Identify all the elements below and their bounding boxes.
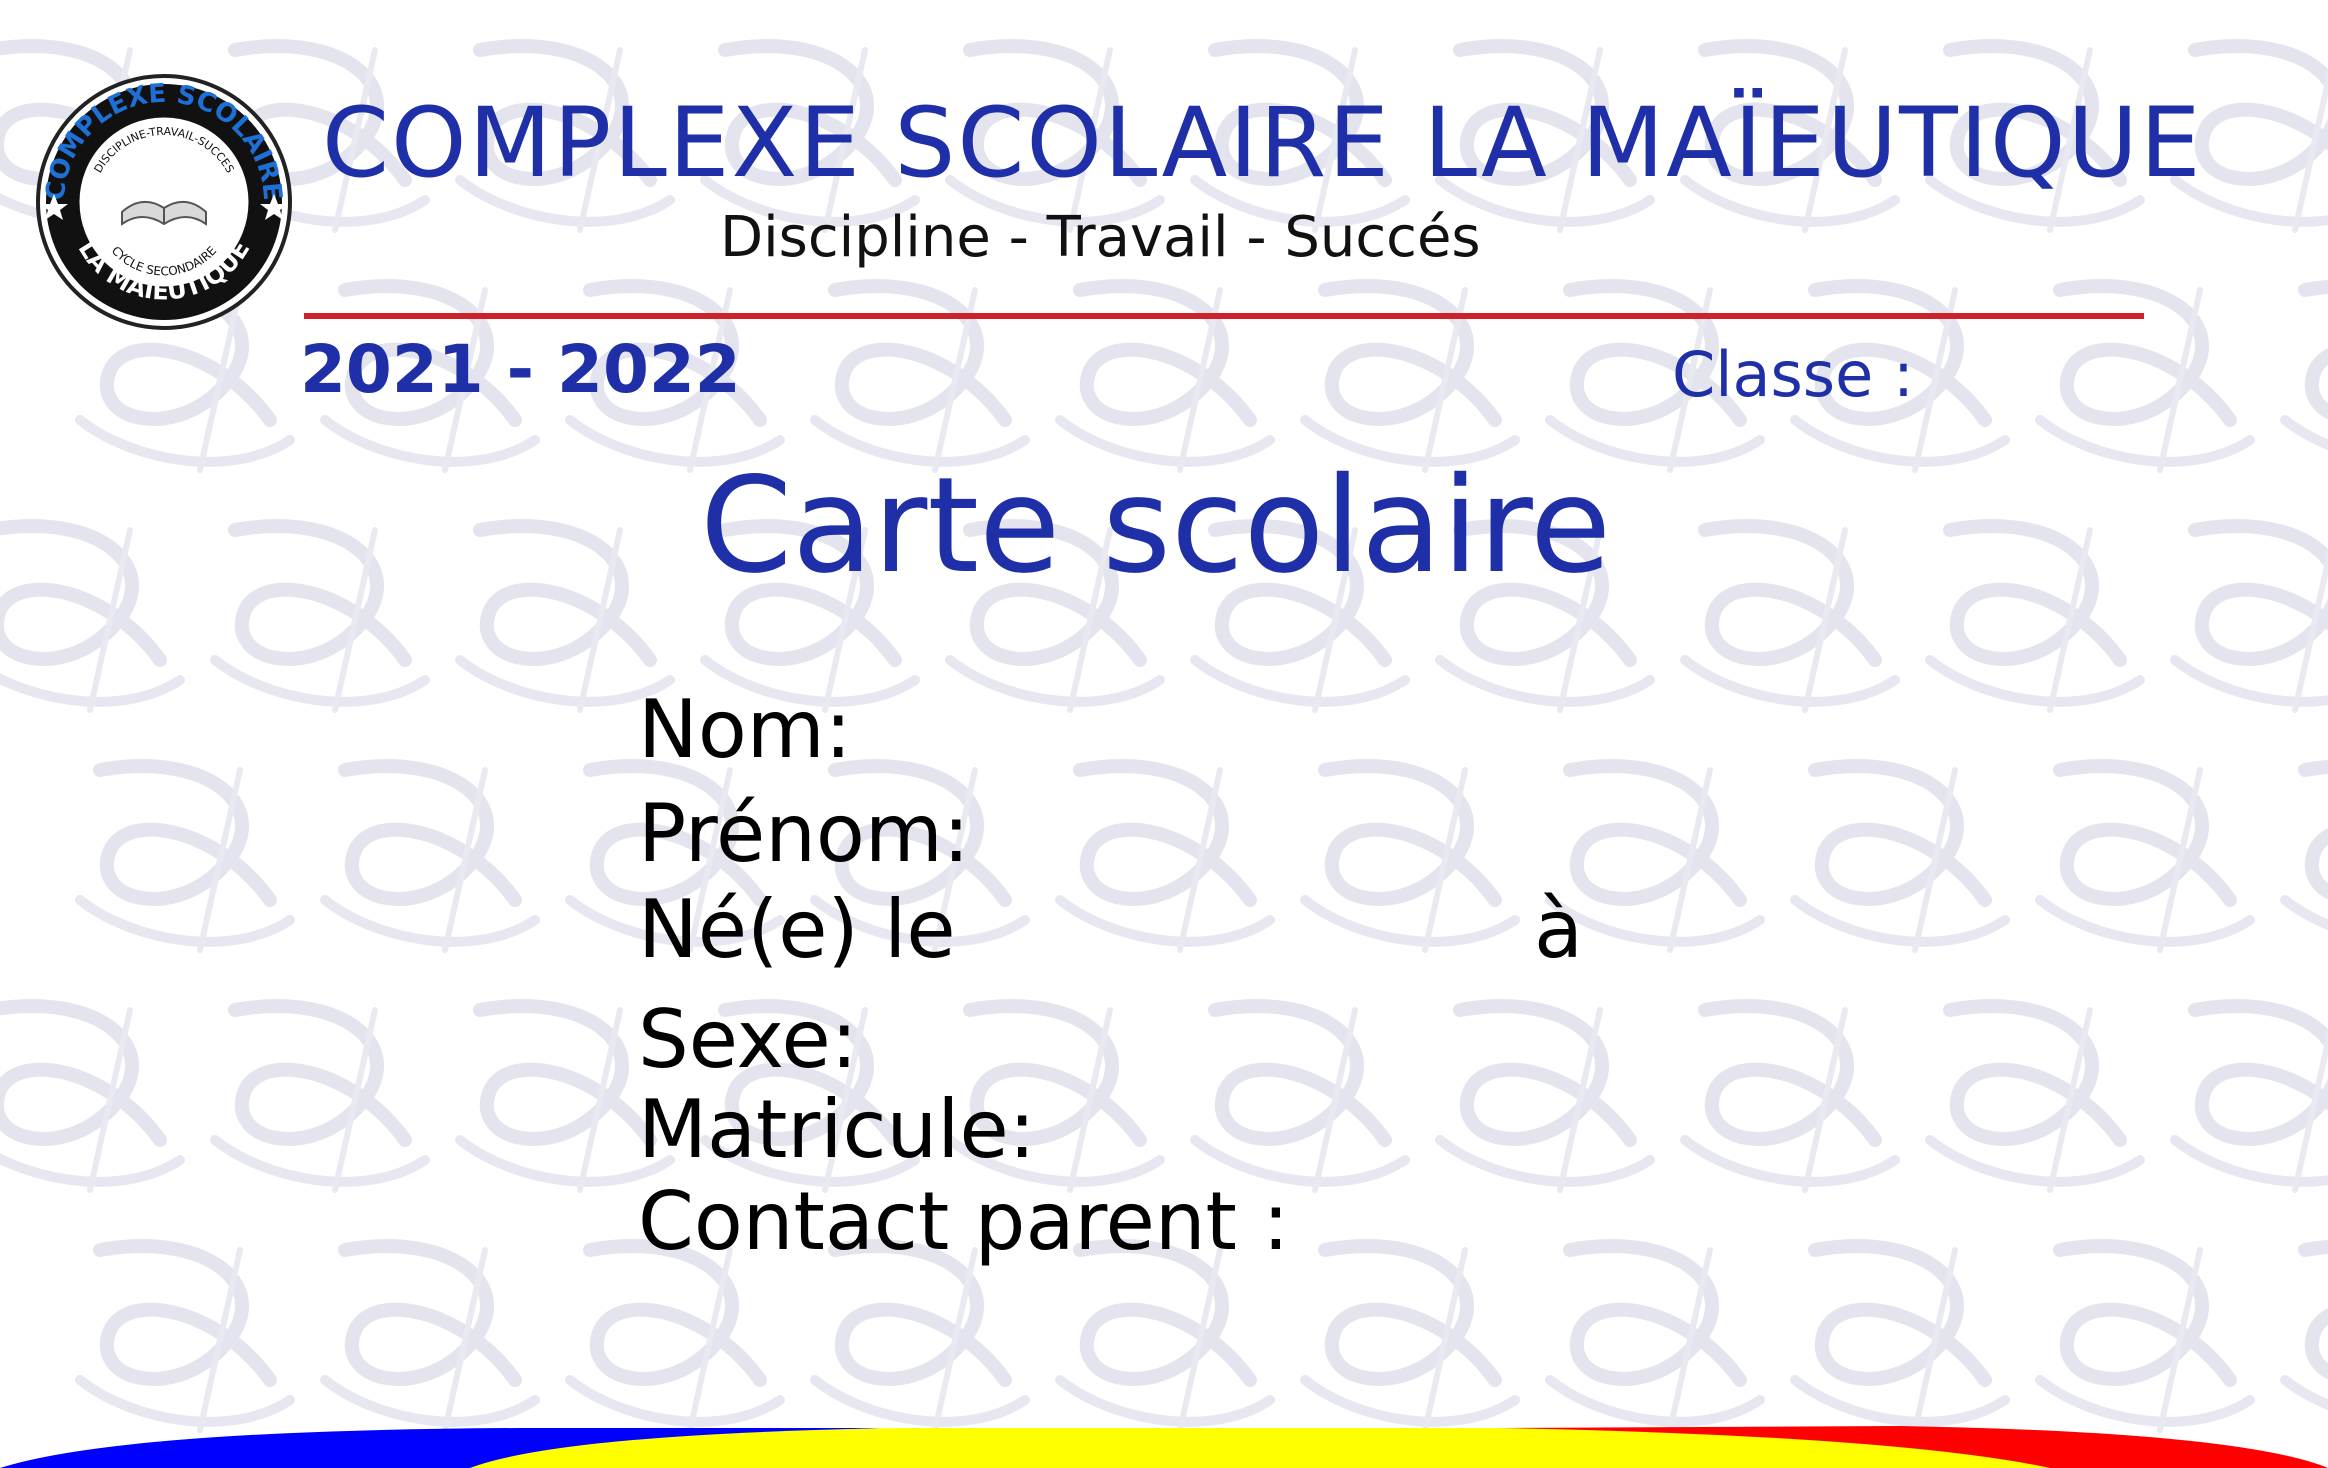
field-prenom: Prénom: — [638, 787, 970, 880]
school-year: 2021 - 2022 — [300, 331, 741, 408]
watermark-motif — [1305, 766, 1515, 950]
watermark-motif — [2175, 526, 2328, 710]
header-divider — [304, 313, 2144, 319]
field-matricule: Matricule: — [638, 1083, 1036, 1176]
school-motto: Discipline - Travail - Succés — [720, 205, 1481, 270]
school-logo: COMPLEXE SCOLAIRE LA MAÏEUTIQUE DISCIPLI… — [36, 74, 292, 330]
school-name: COMPLEXE SCOLAIRE LA MAÏEUTIQUE — [322, 87, 2203, 199]
watermark-motif — [325, 1246, 535, 1430]
watermark-motif — [815, 1246, 1025, 1430]
watermark-motif — [1550, 1246, 1760, 1430]
field-contact-parent: Contact parent : — [638, 1175, 1290, 1268]
field-birth-place: à — [1534, 883, 1584, 976]
watermark-motif — [1685, 1006, 1895, 1190]
watermark-motif — [570, 1246, 780, 1430]
color-stripes — [0, 1426, 2328, 1468]
watermark-motif — [1795, 1246, 2005, 1430]
watermark-motif — [2285, 286, 2328, 470]
watermark-motif — [215, 526, 425, 710]
student-card: COMPLEXE SCOLAIRE LA MAÏEUTIQUE DISCIPLI… — [0, 0, 2328, 1468]
watermark-motif — [215, 1006, 425, 1190]
watermark-motif — [1685, 526, 1895, 710]
watermark-motif — [1930, 526, 2140, 710]
watermark-motif — [325, 766, 535, 950]
watermark-motif — [1060, 766, 1270, 950]
watermark-motif — [1930, 1006, 2140, 1190]
watermark-motif — [2040, 1246, 2250, 1430]
watermark-motif — [0, 526, 180, 710]
watermark-motif — [1195, 1006, 1405, 1190]
watermark-motif — [2175, 1006, 2328, 1190]
classe-label: Classe : — [1672, 338, 1914, 411]
watermark-motif — [1795, 766, 2005, 950]
watermark-motif — [1060, 1246, 1270, 1430]
field-sexe: Sexe: — [638, 993, 858, 1086]
field-birth-date: Né(e) le — [638, 883, 956, 976]
watermark-motif — [80, 1246, 290, 1430]
watermark-motif — [0, 1006, 180, 1190]
card-title: Carte scolaire — [700, 449, 1612, 603]
watermark-motif — [2285, 1246, 2328, 1430]
watermark-motif — [1440, 1006, 1650, 1190]
field-nom: Nom: — [638, 683, 852, 776]
watermark-motif — [2040, 766, 2250, 950]
watermark-motif — [2285, 766, 2328, 950]
watermark-motif — [80, 766, 290, 950]
watermark-motif — [1305, 1246, 1515, 1430]
